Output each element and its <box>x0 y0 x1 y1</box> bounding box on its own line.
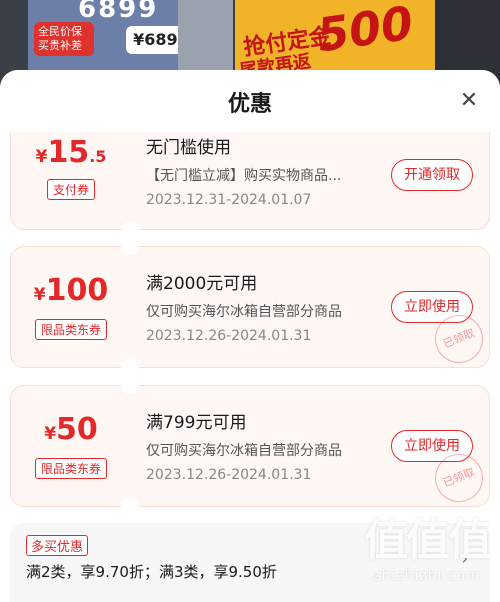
coupon-value-area: ¥50 限品类东券 <box>11 386 131 506</box>
multi-buy-text: 满2类，享9.70折；满3类，享9.50折 <box>26 563 277 581</box>
watermark-logo: 值值值 <box>364 515 492 566</box>
banner-top-number: 6899 <box>78 0 159 24</box>
coupon-currency: ¥ <box>35 147 48 167</box>
sheet-title: 优惠 <box>227 92 272 117</box>
coupon-date: 2023.12.26-2024.01.31 <box>146 328 312 344</box>
coupon-info: 无门槛使用 【无门槛立减】购买实物商品... 2023.12.31-2024.0… <box>146 133 396 208</box>
coupon-desc: 仅可购买海尔冰箱自营部分商品 <box>146 304 342 320</box>
coupon-date: 2023.12.26-2024.01.31 <box>146 467 312 483</box>
offers-sheet: 优惠 ✕ ¥15.5 支付券 无门槛使用 【无门槛立减】购买实物商品... 20… <box>0 70 500 602</box>
banner-promo-right: 抢付定金 500 尾款再返 <box>235 0 435 82</box>
banner-promo-left: 6899 全民价保 买贵补差 ¥6899 <box>28 0 196 80</box>
coupon-amount-decimal: .5 <box>89 147 107 166</box>
coupon-type-badge: 限品类东券 <box>34 319 108 340</box>
coupon-list[interactable]: ¥15.5 支付券 无门槛使用 【无门槛立减】购买实物商品... 2023.12… <box>0 132 500 602</box>
coupon-amount: ¥15.5 <box>11 135 131 170</box>
coupon-card: ¥50 限品类东券 满799元可用 仅可购买海尔冰箱自营部分商品 2023.12… <box>10 376 491 516</box>
coupon-desc: 仅可购买海尔冰箱自营部分商品 <box>146 443 342 459</box>
coupon-currency: ¥ <box>33 285 46 305</box>
coupon-value-area: ¥100 限品类东券 <box>11 247 131 367</box>
coupon-title: 满799元可用 <box>146 413 247 433</box>
coupon-info: 满2000元可用 仅可购买海尔冰箱自营部分商品 2023.12.26-2024.… <box>146 269 396 344</box>
banner-product-image <box>178 0 233 80</box>
sheet-header: 优惠 ✕ <box>0 70 500 132</box>
close-icon[interactable]: ✕ <box>456 88 482 114</box>
banner-edge <box>435 0 500 80</box>
multi-buy-label: 多买优惠 <box>26 535 89 556</box>
coupon-card: ¥15.5 支付券 无门槛使用 【无门槛立减】购买实物商品... 2023.12… <box>10 132 490 239</box>
coupon-amount-value: 100 <box>45 273 109 308</box>
coupon-amount: ¥100 <box>11 273 131 308</box>
banner-amount: 500 <box>313 0 417 63</box>
coupon-currency: ¥ <box>44 424 57 444</box>
coupon-info: 满799元可用 仅可购买海尔冰箱自营部分商品 2023.12.26-2024.0… <box>146 408 396 483</box>
coupon-amount: ¥50 <box>11 412 131 447</box>
site-watermark: 值值值 zhizhizhi.com <box>364 504 492 584</box>
coupon-type-badge: 限品类东券 <box>34 458 108 479</box>
coupon-amount-value: 50 <box>56 412 98 447</box>
coupon-amount-value: 15 <box>47 135 90 170</box>
activate-claim-button[interactable]: 开通领取 <box>391 159 473 191</box>
coupon-type-badge: 支付券 <box>46 179 96 200</box>
coupon-title: 满2000元可用 <box>146 274 258 294</box>
coupon-title: 无门槛使用 <box>146 138 231 158</box>
coupon-card: ¥100 限品类东券 满2000元可用 仅可购买海尔冰箱自营部分商品 2023.… <box>10 237 491 377</box>
coupon-desc: 【无门槛立减】购买实物商品... <box>146 168 342 184</box>
watermark-url: zhizhizhi.com <box>373 568 481 584</box>
banner-price-guarantee-tag: 全民价保 买贵补差 <box>34 22 94 56</box>
coupon-value-area: ¥15.5 支付券 <box>11 132 131 229</box>
coupon-date: 2023.12.31-2024.01.07 <box>146 192 312 208</box>
